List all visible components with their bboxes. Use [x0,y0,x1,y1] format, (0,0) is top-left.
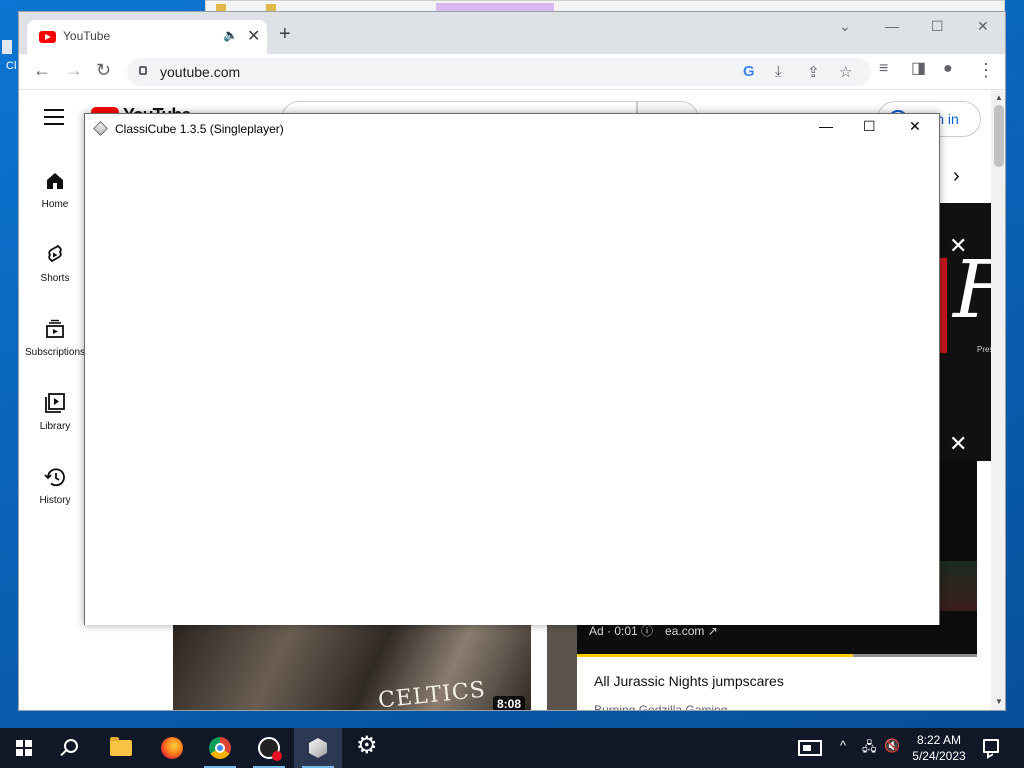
scroll-down-icon[interactable]: ▼ [995,697,1003,706]
ad-card-title[interactable]: All Jurassic Nights jumpscares [594,673,784,689]
taskbar-chrome[interactable] [196,728,244,768]
ad-video-close-icon[interactable]: ✕ [949,431,967,457]
sidebar-item-home[interactable]: Home [19,169,91,210]
taskbar-search-button[interactable] [48,728,96,768]
sidebar-item-label: Shorts [40,273,70,284]
close-button[interactable]: ✕ [977,18,989,35]
tab-close-icon[interactable]: ✕ [247,26,260,46]
classicube-window[interactable]: ClassiCube 1.3.5 (Singleplayer) — ☐ ✕ [84,113,940,625]
forward-button[interactable]: → [65,61,83,79]
clock-time: 8:22 AM [916,733,962,747]
window-title: ClassiCube 1.3.5 (Singleplayer) [115,122,284,136]
desktop-icon-fragment[interactable]: Cl [0,40,18,90]
firefox-icon [161,737,183,759]
video-thumbnail[interactable]: CELTICS 8:08 [173,625,531,711]
youtube-favicon-icon [39,31,56,43]
profile-icon[interactable]: ● [943,61,953,77]
clock-date: 5/24/2023 [912,749,966,763]
sidebar-item-label: Subscriptions [24,347,86,358]
hamburger-menu-icon[interactable] [44,109,64,130]
lock-icon[interactable] [139,66,147,75]
taskbar-firefox[interactable] [148,728,196,768]
taskbar-settings[interactable]: ⚙ [343,728,391,768]
classicube-titlebar[interactable]: ClassiCube 1.3.5 (Singleplayer) — ☐ ✕ [85,114,939,144]
video-duration-badge: 8:08 [492,696,525,710]
chrome-icon [209,737,231,759]
start-button[interactable] [0,728,48,768]
show-hidden-icons-chevron-icon[interactable]: ^ [840,738,846,758]
close-button[interactable]: ✕ [909,119,921,133]
notification-icon[interactable] [983,739,999,753]
sidebar-item-subscriptions[interactable]: Subscriptions [19,317,91,358]
chrome-menu-icon[interactable]: ⋮ [977,61,995,79]
taskbar: ⚙ ^ 🖧 🔇 8:22 AM 5/24/2023 [0,728,1024,768]
search-icon [64,739,78,753]
tab-youtube[interactable]: YouTube 🔈 ✕ [27,20,267,54]
chrome-titlebar: YouTube 🔈 ✕ + ⌄ — ☐ ✕ [19,12,1005,54]
app-icon [258,737,282,761]
speaker-icon[interactable]: 🔈 [223,28,238,42]
windows-icon [16,740,32,756]
install-icon[interactable]: ⤓ [775,63,782,80]
video-thumbnail-edge[interactable] [547,625,577,710]
maximize-button[interactable]: ☐ [863,119,876,133]
gear-icon: ⚙ [356,732,378,759]
sidebar-item-shorts[interactable]: Shorts [19,243,91,284]
thumbnail-jersey-text: CELTICS [376,677,487,711]
desktop-icon-image [2,40,12,54]
page-scrollbar[interactable]: ▲ ▼ [991,91,1005,710]
shorts-icon [48,244,62,263]
desktop-icon-label: Cl [6,60,17,72]
cube-icon [309,738,327,758]
subscriptions-icon [46,319,64,338]
ad-timer: Ad · 0:01 ⓘ [589,624,654,638]
tab-search-icon[interactable]: ⌄ [839,18,851,35]
sidebar-item-label: Home [41,199,69,210]
sidebar-item-library[interactable]: Library [19,391,91,432]
clock[interactable]: 8:22 AM 5/24/2023 [905,732,973,764]
taskbar-file-explorer[interactable] [98,728,146,768]
minimize-button[interactable]: — [885,18,899,34]
share-icon[interactable]: ⇪ [807,63,820,81]
news-widget-icon[interactable] [798,740,822,756]
sidebar-item-label: History [39,495,71,506]
back-button[interactable]: ← [33,61,51,79]
ad-card-channel[interactable]: Burning Godzilla Gaming [594,703,727,710]
taskbar-app[interactable] [245,728,293,768]
scroll-up-icon[interactable]: ▲ [995,93,1003,102]
classicube-app-icon [93,121,108,136]
side-panel-icon[interactable]: ◨ [911,61,926,77]
network-icon[interactable]: 🖧 [862,738,877,758]
ad-banner-accent [939,258,947,353]
home-icon [47,173,63,189]
scrollbar-thumb[interactable] [994,105,1004,167]
bookmark-star-icon[interactable]: ☆ [839,63,852,81]
ad-banner-small-text: Pres [977,345,991,354]
sidebar-item-label: Library [39,421,71,432]
library-icon [45,393,65,413]
media-controls-icon[interactable]: ≡ [879,61,888,77]
google-icon[interactable]: G [743,63,755,80]
game-viewport[interactable] [85,144,939,625]
reload-button[interactable]: ↻ [96,61,111,79]
ad-link[interactable]: ea.com ↗ [665,624,718,638]
ad-close-icon[interactable]: ✕ [949,233,967,259]
taskbar-classicube[interactable] [294,728,342,768]
new-tab-button[interactable]: + [279,24,291,44]
address-bar[interactable]: youtube.com G ⤓ ⇪ ☆ [127,58,871,86]
maximize-button[interactable]: ☐ [931,18,944,35]
url-text[interactable]: youtube.com [160,64,240,80]
chevron-right-icon[interactable]: › [953,165,960,188]
volume-muted-icon[interactable]: 🔇 [884,738,900,758]
chrome-toolbar: ← → ↻ youtube.com G ⤓ ⇪ ☆ ≡ ◨ ● ⋮ [19,54,1005,90]
history-icon [44,468,65,487]
minimize-button[interactable]: — [819,119,833,133]
sidebar-item-history[interactable]: History [19,465,91,506]
folder-icon [110,737,132,756]
tab-title: YouTube [63,29,111,43]
